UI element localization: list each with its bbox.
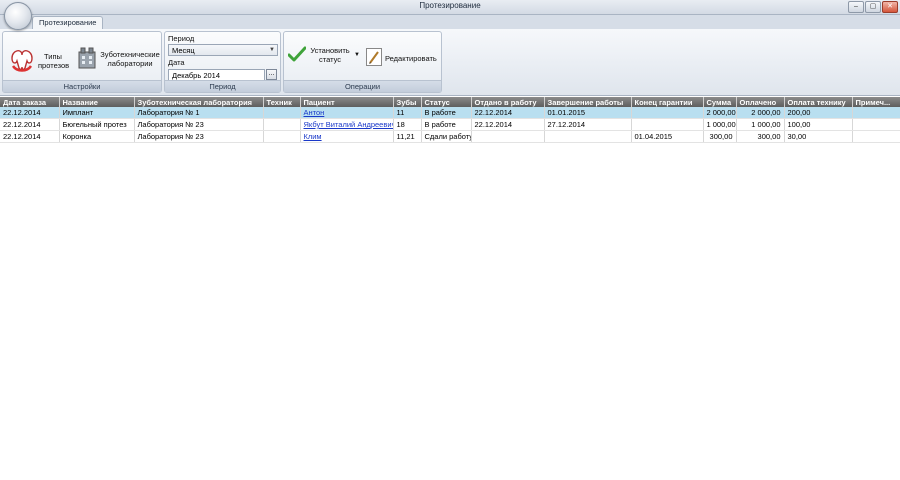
dental-labs-label: Зуботехнические лаборатории xyxy=(100,50,160,68)
chevron-down-icon: ▼ xyxy=(269,47,275,53)
window-title: Протезирование xyxy=(419,1,481,10)
cell-status: В работе xyxy=(421,107,472,119)
table-row[interactable]: 22.12.2014 Коронка Лаборатория № 23 Клим… xyxy=(0,130,900,143)
window-controls: – ▢ ✕ xyxy=(848,1,898,13)
column-header-laboratory[interactable]: Зуботехническая лаборатория xyxy=(134,97,264,107)
period-group-caption: Период xyxy=(165,80,280,92)
cell-order-date: 22.12.2014 xyxy=(0,107,60,119)
column-header-technician[interactable]: Техник xyxy=(263,97,301,107)
period-group: Период Месяц ▼ Дата Декабрь 2014 ... Пер… xyxy=(164,31,281,93)
set-status-button[interactable]: Установить статус ▼ xyxy=(287,46,362,64)
column-header-sent-to-work[interactable]: Отдано в работу xyxy=(471,97,545,107)
cell-completion xyxy=(544,130,632,143)
table-row[interactable]: 22.12.2014 Имплант Лаборатория № 1 Антон… xyxy=(0,107,900,119)
ribbon-tab-strip: Протезирование xyxy=(0,15,900,29)
cell-patient: Якбут Виталий Андреевич xyxy=(300,118,394,131)
period-dropdown[interactable]: Месяц ▼ xyxy=(168,44,278,56)
cell-sent-to-work xyxy=(471,130,545,143)
cell-sum: 1 000,00 xyxy=(703,118,737,131)
cell-completion: 27.12.2014 xyxy=(544,118,632,131)
cell-paid: 1 000,00 xyxy=(736,118,785,131)
column-header-name[interactable]: Название xyxy=(59,97,135,107)
cell-warranty-end xyxy=(631,107,704,119)
patient-link[interactable]: Якбут Виталий Андреевич xyxy=(304,120,393,129)
patient-link[interactable]: Клим xyxy=(304,132,322,141)
cell-technician xyxy=(263,118,301,131)
cell-technician-payment: 200,00 xyxy=(784,107,853,119)
cell-completion: 01.01.2015 xyxy=(544,107,632,119)
column-header-patient[interactable]: Пациент xyxy=(300,97,394,107)
cell-teeth: 11,21 xyxy=(393,130,422,143)
table-header-row: Дата заказа Название Зуботехническая лаб… xyxy=(0,97,900,107)
operations-group-caption: Операции xyxy=(284,80,441,92)
patient-link[interactable]: Антон xyxy=(304,108,325,117)
cell-technician-payment: 30,00 xyxy=(784,130,853,143)
cell-technician xyxy=(263,107,301,119)
cell-status: В работе xyxy=(421,118,472,131)
cell-notes xyxy=(852,107,900,119)
application-menu-orb[interactable] xyxy=(4,2,32,30)
cell-order-date: 22.12.2014 xyxy=(0,130,60,143)
cell-teeth: 11 xyxy=(393,107,422,119)
operations-group: Установить статус ▼ Редактировать Операц… xyxy=(283,31,442,93)
cell-order-date: 22.12.2014 xyxy=(0,118,60,131)
cell-warranty-end xyxy=(631,118,704,131)
cell-status: Сдали работу xyxy=(421,130,472,143)
cell-sum: 300,00 xyxy=(703,130,737,143)
date-label: Дата xyxy=(168,58,185,67)
column-header-order-date[interactable]: Дата заказа xyxy=(0,97,60,107)
ribbon: Типы протезов Зуботехнические лаборатори… xyxy=(0,29,900,96)
cell-warranty-end: 01.04.2015 xyxy=(631,130,704,143)
cell-laboratory: Лаборатория № 23 xyxy=(134,118,264,131)
cell-name: Имплант xyxy=(59,107,135,119)
date-picker-button[interactable]: ... xyxy=(266,69,277,80)
cell-sum: 2 000,00 xyxy=(703,107,737,119)
column-header-completion[interactable]: Завершение работы xyxy=(544,97,632,107)
column-header-teeth[interactable]: Зубы xyxy=(393,97,422,107)
cell-paid: 2 000,00 xyxy=(736,107,785,119)
cell-sent-to-work: 22.12.2014 xyxy=(471,118,545,131)
cell-teeth: 18 xyxy=(393,118,422,131)
column-header-notes[interactable]: Примеч... xyxy=(852,97,900,107)
column-header-technician-payment[interactable]: Оплата технику xyxy=(784,97,853,107)
laboratory-building-icon xyxy=(77,46,97,72)
period-label: Период xyxy=(168,34,195,43)
prosthetics-table: Дата заказа Название Зуботехническая лаб… xyxy=(0,97,900,143)
pencil-icon xyxy=(366,48,382,68)
column-header-warranty-end[interactable]: Конец гарантии xyxy=(631,97,704,107)
cell-paid: 300,00 xyxy=(736,130,785,143)
cell-laboratory: Лаборатория № 23 xyxy=(134,130,264,143)
cell-patient: Клим xyxy=(300,130,394,143)
edit-label: Редактировать xyxy=(385,53,437,63)
set-status-label: Установить статус xyxy=(310,46,350,64)
title-bar: Протезирование – ▢ ✕ xyxy=(0,0,900,15)
dropdown-arrow-icon: ▼ xyxy=(354,51,360,58)
cell-laboratory: Лаборатория № 1 xyxy=(134,107,264,119)
period-value: Месяц xyxy=(172,46,195,55)
cell-notes xyxy=(852,130,900,143)
checkmark-icon xyxy=(287,46,307,64)
cell-technician xyxy=(263,130,301,143)
settings-group: Типы протезов Зуботехнические лаборатори… xyxy=(2,31,162,93)
minimize-button[interactable]: – xyxy=(848,1,864,13)
cell-name: Бюгельный протез xyxy=(59,118,135,131)
tab-prosthetics[interactable]: Протезирование xyxy=(32,16,104,29)
column-header-status[interactable]: Статус xyxy=(421,97,472,107)
column-header-sum[interactable]: Сумма xyxy=(703,97,737,107)
edit-button[interactable]: Редактировать xyxy=(366,48,440,68)
dentures-icon xyxy=(9,46,35,76)
cell-name: Коронка xyxy=(59,130,135,143)
close-button[interactable]: ✕ xyxy=(882,1,898,13)
table-row[interactable]: 22.12.2014 Бюгельный протез Лаборатория … xyxy=(0,118,900,131)
cell-patient: Антон xyxy=(300,107,394,119)
cell-technician-payment: 100,00 xyxy=(784,118,853,131)
prosthesis-types-button[interactable]: Типы протезов xyxy=(9,46,73,76)
column-header-paid[interactable]: Оплачено xyxy=(736,97,785,107)
prosthesis-types-label: Типы протезов xyxy=(38,52,70,70)
cell-notes xyxy=(852,118,900,131)
settings-group-caption: Настройки xyxy=(3,80,161,92)
maximize-button[interactable]: ▢ xyxy=(865,1,881,13)
dental-labs-button[interactable]: Зуботехнические лаборатории xyxy=(77,46,161,72)
cell-sent-to-work: 22.12.2014 xyxy=(471,107,545,119)
